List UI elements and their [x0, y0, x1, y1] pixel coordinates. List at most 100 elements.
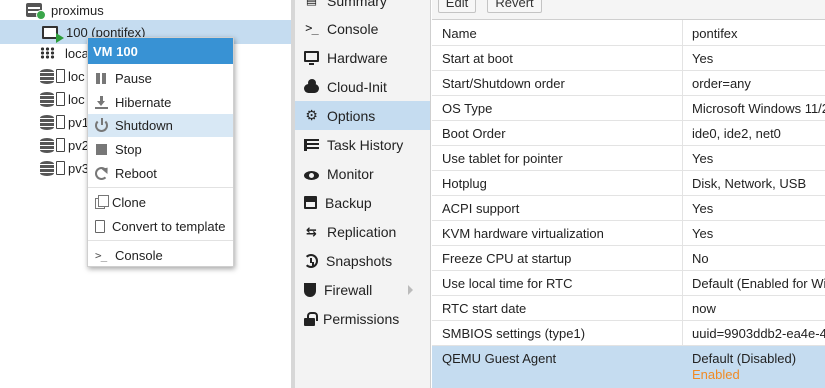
- nav-label: Backup: [325, 194, 372, 211]
- storage-icon: [40, 160, 54, 176]
- nav-firewall[interactable]: Firewall: [295, 275, 430, 304]
- tree-item-label: pv2: [68, 137, 89, 153]
- storage-doc-icon: [56, 138, 65, 152]
- nav-permissions[interactable]: Permissions: [295, 304, 430, 333]
- pause-icon: [95, 72, 108, 85]
- option-value: Yes: [692, 151, 714, 166]
- cloud-icon: [304, 78, 319, 93]
- option-name: ACPI support: [442, 201, 520, 216]
- menu-item-convert-template[interactable]: Convert to template: [88, 215, 233, 238]
- menu-item-reboot[interactable]: Reboot: [88, 162, 233, 185]
- option-row-boot-order[interactable]: Boot Order ide0, ide2, net0: [432, 121, 825, 146]
- nav-snapshots[interactable]: Snapshots: [295, 246, 430, 275]
- menu-item-label: Stop: [115, 142, 142, 157]
- monitor-icon: [304, 51, 319, 65]
- menu-separator: [88, 240, 233, 241]
- edit-button[interactable]: Edit: [438, 0, 476, 13]
- nav-cloud-init[interactable]: Cloud-Init: [295, 72, 430, 101]
- options-panel: Edit Revert Name pontifex Start at boot …: [432, 0, 825, 388]
- option-name: RTC start date: [442, 301, 527, 316]
- option-row-startup-order[interactable]: Start/Shutdown order order=any: [432, 71, 825, 96]
- nav-summary[interactable]: ▤ Summary: [295, 0, 430, 15]
- expand-arrow-icon[interactable]: [408, 285, 413, 295]
- tree-item-label: pv1: [68, 114, 89, 130]
- option-row-start-at-boot[interactable]: Start at boot Yes: [432, 46, 825, 71]
- node-label: proximus: [51, 2, 104, 18]
- eye-icon: [304, 170, 319, 180]
- storage-doc-icon: [56, 115, 65, 129]
- option-value: Disk, Network, USB: [692, 176, 807, 191]
- nav-label: Hardware: [327, 49, 388, 66]
- menu-item-shutdown[interactable]: Shutdown: [88, 114, 233, 137]
- unlock-icon: [304, 311, 318, 326]
- nav-backup[interactable]: Backup: [295, 188, 430, 217]
- option-row-name[interactable]: Name pontifex: [432, 21, 825, 46]
- context-menu-title: VM 100: [88, 38, 233, 64]
- menu-item-label: Convert to template: [112, 219, 226, 234]
- menu-item-clone[interactable]: Clone: [88, 191, 233, 214]
- option-value: ide0, ide2, net0: [692, 126, 781, 141]
- option-value: No: [692, 251, 709, 266]
- option-name: QEMU Guest Agent: [442, 351, 557, 366]
- option-row-rtc-localtime[interactable]: Use local time for RTC Default (Enabled …: [432, 271, 825, 296]
- nav-task-history[interactable]: Task History: [295, 130, 430, 159]
- option-value: order=any: [692, 76, 751, 91]
- clone-icon: [95, 195, 109, 209]
- options-toolbar: Edit Revert: [432, 0, 825, 20]
- option-row-acpi[interactable]: ACPI support Yes: [432, 196, 825, 221]
- option-row-tablet[interactable]: Use tablet for pointer Yes: [432, 146, 825, 171]
- option-value: Default (Enabled for Wi: [692, 276, 825, 291]
- tree-item-label: loca: [65, 45, 89, 61]
- nav-options[interactable]: ⚙ Options: [295, 101, 430, 130]
- menu-separator: [88, 187, 233, 188]
- option-row-os-type[interactable]: OS Type Microsoft Windows 11/2: [432, 96, 825, 121]
- storage-icon: [40, 137, 54, 153]
- nav-label: Cloud-Init: [327, 78, 387, 95]
- menu-item-hibernate[interactable]: Hibernate: [88, 91, 233, 114]
- option-row-kvm[interactable]: KVM hardware virtualization Yes: [432, 221, 825, 246]
- vm-config-nav: ▤ Summary >_ Console Hardware Cloud-Init…: [295, 0, 431, 388]
- option-name: SMBIOS settings (type1): [442, 326, 586, 341]
- nav-label: Monitor: [327, 165, 374, 182]
- option-name: Freeze CPU at startup: [442, 251, 572, 266]
- storage-doc-icon: [56, 161, 65, 175]
- storage-icon: [40, 91, 54, 107]
- shield-icon: [304, 282, 316, 297]
- nav-monitor[interactable]: Monitor: [295, 159, 430, 188]
- menu-item-console[interactable]: >_ Console: [88, 244, 233, 267]
- option-value: uuid=9903ddb2-ea4e-4: [692, 326, 825, 341]
- option-row-hotplug[interactable]: Hotplug Disk, Network, USB: [432, 171, 825, 196]
- menu-item-stop[interactable]: Stop: [88, 138, 233, 161]
- option-row-freeze-cpu[interactable]: Freeze CPU at startup No: [432, 246, 825, 271]
- tree-node-proximus[interactable]: proximus: [0, 0, 291, 22]
- terminal-icon: >_: [305, 21, 318, 35]
- option-name: KVM hardware virtualization: [442, 226, 604, 241]
- option-name: Start/Shutdown order: [442, 76, 565, 91]
- option-row-rtc-start-date[interactable]: RTC start date now: [432, 296, 825, 321]
- option-name: Start at boot: [442, 51, 513, 66]
- menu-item-pause[interactable]: Pause: [88, 67, 233, 90]
- option-value: now: [692, 301, 716, 316]
- nav-label: Permissions: [323, 310, 400, 327]
- menu-item-label: Hibernate: [115, 95, 172, 110]
- revert-button[interactable]: Revert: [487, 0, 542, 13]
- nav-hardware[interactable]: Hardware: [295, 43, 430, 72]
- option-name: Use tablet for pointer: [442, 151, 563, 166]
- nav-label: Firewall: [324, 281, 373, 298]
- nav-replication[interactable]: ⇆ Replication: [295, 217, 430, 246]
- stop-icon: [96, 144, 107, 155]
- nav-label: Replication: [327, 223, 397, 240]
- tree-item-label: pv3: [68, 160, 89, 176]
- option-row-qemu-agent[interactable]: QEMU Guest Agent Default (Disabled) Enab…: [432, 346, 825, 388]
- option-value: Yes: [692, 226, 714, 241]
- option-row-smbios[interactable]: SMBIOS settings (type1) uuid=9903ddb2-ea…: [432, 321, 825, 346]
- menu-item-label: Reboot: [115, 166, 157, 181]
- option-value: Default (Disabled): [692, 351, 797, 366]
- option-name: Name: [442, 26, 477, 41]
- pending-value: Enabled: [692, 367, 740, 382]
- terminal-icon: >_: [95, 249, 107, 262]
- reboot-icon: [95, 167, 108, 180]
- menu-item-label: Pause: [115, 71, 152, 86]
- nav-console[interactable]: >_ Console: [295, 14, 430, 43]
- option-value: Microsoft Windows 11/2: [692, 101, 825, 116]
